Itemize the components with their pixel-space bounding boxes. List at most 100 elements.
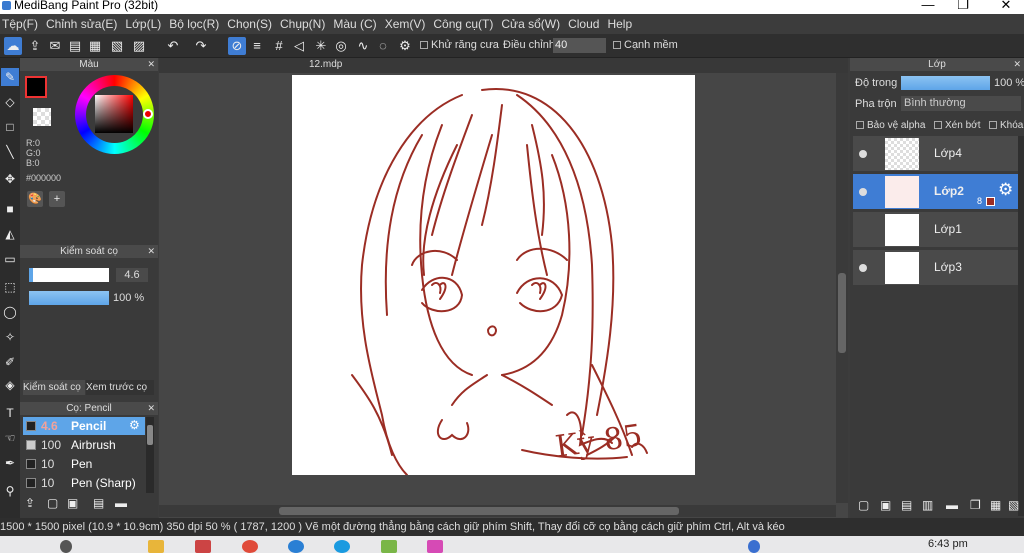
brush-new-icon[interactable]: ▢ — [47, 496, 61, 510]
snap-ellipse-icon[interactable]: ◌ — [374, 37, 392, 55]
tab-brush-preview[interactable]: Xem trước cọ — [86, 380, 154, 395]
lasso-tool-icon[interactable]: ◯ — [1, 303, 19, 321]
brush-size-value[interactable]: 4.6 — [116, 268, 148, 282]
brush-list-item[interactable]: 10 Pen (Sharp) — [23, 474, 145, 492]
antialias-checkbox[interactable]: Khử răng cưa — [420, 39, 499, 51]
search-icon[interactable] — [60, 540, 72, 553]
menu-window[interactable]: Cửa sổ(W) — [501, 17, 566, 31]
app-icon-green[interactable] — [381, 540, 397, 553]
layer-settings-icon[interactable]: ▧ — [1008, 498, 1019, 512]
layer-row[interactable]: Lớp3 — [853, 250, 1018, 286]
menu-help[interactable]: Help — [607, 17, 638, 31]
text-tool-icon[interactable]: T — [1, 404, 19, 422]
line-tool-icon[interactable]: ╲ — [1, 143, 19, 161]
brush-size-slider[interactable] — [29, 268, 109, 282]
snap-radial-icon[interactable]: ✳ — [312, 37, 330, 55]
menu-layer[interactable]: Lớp(L) — [125, 17, 167, 31]
layer-folder-icon[interactable]: ▬ — [946, 498, 958, 512]
snap-parallel-icon[interactable]: ≡ — [248, 37, 266, 55]
palette-add-icon[interactable]: + — [49, 191, 65, 207]
saturation-square[interactable] — [95, 95, 133, 133]
brush-folder-icon[interactable]: ▬ — [115, 496, 129, 510]
brush-list-item[interactable]: 4.6 Pencil ⚙ — [23, 417, 145, 435]
skype-icon[interactable] — [334, 540, 350, 553]
move-tool-icon[interactable]: ✥ — [1, 170, 19, 188]
brush-copy-icon[interactable]: ▤ — [93, 496, 107, 510]
color-wheel[interactable] — [75, 75, 154, 154]
layer-row[interactable]: Lớp2 8 ⚙ — [853, 174, 1018, 210]
menu-view[interactable]: Xem(V) — [385, 17, 432, 31]
background-color-swatch[interactable] — [33, 108, 51, 126]
brush-cloud-icon[interactable]: ⇪ — [25, 496, 39, 510]
canvas-vertical-scrollbar[interactable] — [836, 73, 848, 503]
brush-list-item[interactable]: 100 Airbrush — [23, 436, 145, 454]
clipping-checkbox[interactable]: Xén bớt — [934, 120, 980, 131]
visibility-icon[interactable] — [859, 264, 867, 272]
layer-settings-gear-icon[interactable]: ⚙ — [998, 180, 1013, 200]
menu-cloud[interactable]: Cloud — [568, 17, 605, 31]
soft-edge-checkbox[interactable]: Cạnh mềm — [613, 39, 678, 51]
snap-grid-icon[interactable]: # — [270, 37, 288, 55]
panel-icon[interactable]: ▨ — [130, 37, 148, 55]
menu-select[interactable]: Chọn(S) — [227, 17, 278, 31]
brush-list-scrollbar[interactable] — [146, 417, 154, 493]
canvas-horizontal-scrollbar[interactable] — [159, 505, 836, 517]
duplicate-layer-icon[interactable]: ❐ — [970, 498, 981, 512]
select-tool-icon[interactable]: ⬚ — [1, 278, 19, 296]
menu-filter[interactable]: Bộ lọc(R) — [169, 17, 225, 31]
protect-alpha-checkbox[interactable]: Bảo vệ alpha — [856, 120, 925, 131]
new-layer-icon[interactable]: ▢ — [858, 498, 869, 512]
menu-color[interactable]: Màu (C) — [333, 17, 382, 31]
undo-icon[interactable]: ↶ — [164, 37, 182, 55]
document-tab[interactable]: 12.mdp — [309, 59, 342, 70]
panel-close-icon[interactable]: ✕ — [147, 58, 155, 71]
menu-snap[interactable]: Chụp(N) — [280, 17, 331, 31]
palette-icon[interactable]: 🎨 — [27, 191, 43, 207]
brush-add-icon[interactable]: ▣ — [67, 496, 81, 510]
correction-input[interactable]: 40 — [553, 38, 606, 53]
cloud-icon[interactable]: ☁ — [4, 37, 22, 55]
redo-icon[interactable]: ↷ — [192, 37, 210, 55]
layer-row[interactable]: Lớp4 — [853, 136, 1018, 172]
gradient-tool-icon[interactable]: ▭ — [1, 250, 19, 268]
close-button[interactable]: ✕ — [996, 0, 1016, 13]
brush-list-item[interactable]: 10 Pen — [23, 455, 145, 473]
chrome-icon[interactable] — [242, 540, 258, 553]
grid-icon[interactable]: ▧ — [108, 37, 126, 55]
hand-tool-icon[interactable]: ☜ — [1, 429, 19, 447]
brush-settings-icon[interactable]: ⚙ — [129, 418, 140, 432]
select-eraser-tool-icon[interactable]: ◈ — [1, 376, 19, 394]
layer-row[interactable]: Lớp1 — [853, 212, 1018, 248]
file-explorer-icon[interactable] — [148, 540, 164, 553]
magic-wand-tool-icon[interactable]: ✧ — [1, 328, 19, 346]
layer-opacity-slider[interactable] — [901, 76, 990, 90]
blend-mode-select[interactable]: Bình thường — [901, 96, 1021, 111]
snap-curve-icon[interactable]: ∿ — [354, 37, 372, 55]
bucket-tool-icon[interactable]: ◭ — [1, 225, 19, 243]
panel-close-icon[interactable]: ✕ — [147, 245, 155, 258]
snap-circle-icon[interactable]: ◎ — [332, 37, 350, 55]
medibang-taskbar-icon[interactable] — [427, 540, 443, 553]
brush-tool-icon[interactable]: ✎ — [1, 68, 19, 86]
eyedropper-tool-icon[interactable]: ⚲ — [1, 482, 19, 500]
visibility-icon[interactable] — [859, 150, 867, 158]
drawing-canvas[interactable]: Kỳ 85 — [292, 75, 695, 475]
layer-icon[interactable]: ▤ — [66, 37, 84, 55]
vertical-scroll-thumb[interactable] — [838, 273, 846, 353]
menu-file[interactable]: Tệp(F) — [2, 17, 44, 31]
app-icon-red[interactable] — [195, 540, 211, 553]
maximize-button[interactable]: ❐ — [953, 0, 973, 13]
page-icon[interactable]: ▦ — [86, 37, 104, 55]
merge-layer-icon[interactable]: ▦ — [990, 498, 1001, 512]
panel-close-icon[interactable]: ✕ — [1013, 58, 1021, 71]
upload-icon[interactable]: ⇪ — [26, 37, 44, 55]
lock-checkbox[interactable]: Khóa — [989, 120, 1023, 131]
snap-perspective-icon[interactable]: ◁ — [290, 37, 308, 55]
hue-handle[interactable] — [143, 109, 153, 119]
settings-icon[interactable]: ⚙ — [396, 37, 414, 55]
edge-icon[interactable] — [288, 540, 304, 553]
snap-off-icon[interactable]: ⊘ — [228, 37, 246, 55]
menu-tools[interactable]: Công cụ(T) — [433, 17, 499, 31]
new-8bit-layer-icon[interactable]: ▣ — [880, 498, 891, 512]
foreground-color-swatch[interactable] — [25, 76, 47, 98]
